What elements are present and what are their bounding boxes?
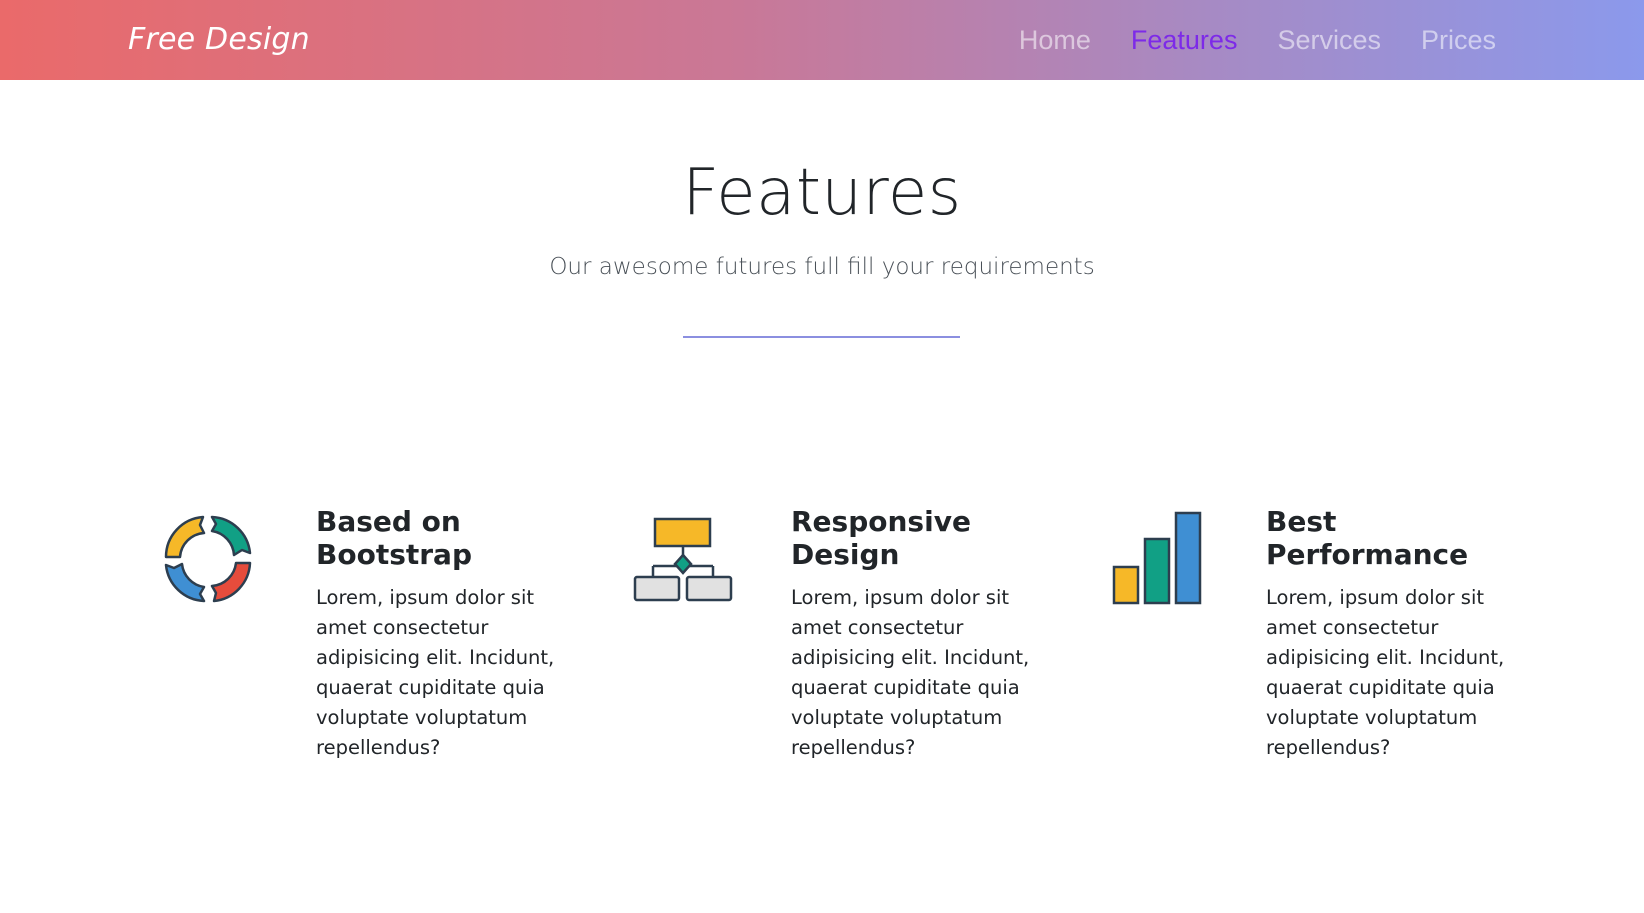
section-title: Features [682,156,962,230]
feature-description: Lorem, ipsum dolor sit amet consectetur … [316,586,555,759]
nav-link-prices[interactable]: Prices [1421,20,1496,60]
nav-menu: Home Features Services Prices [1019,20,1496,60]
feature-text: Best Performance Lorem, ipsum dolor sit … [1266,505,1506,763]
feature-text: Based on Bootstrap Lorem, ipsum dolor si… [316,505,556,763]
flowchart-icon [633,509,733,609]
feature-text: Responsive Design Lorem, ipsum dolor sit… [791,505,1031,763]
feature-description: Lorem, ipsum dolor sit amet consectetur … [791,586,1030,759]
feature-card-responsive: Responsive Design Lorem, ipsum dolor sit… [633,505,1093,775]
feature-title: Based on Bootstrap [316,505,472,571]
feature-description: Lorem, ipsum dolor sit amet consectetur … [1266,586,1505,759]
cycle-arrows-icon [158,509,258,609]
brand-logo[interactable]: Free Design [128,20,310,60]
nav-link-features[interactable]: Features [1131,20,1238,60]
nav-link-home[interactable]: Home [1019,20,1091,60]
nav-link-services[interactable]: Services [1277,20,1381,60]
feature-title: Best Performance [1266,505,1469,571]
feature-title: Responsive Design [791,505,971,571]
bar-chart-icon [1108,509,1208,609]
navbar: Free Design Home Features Services Price… [0,0,1644,80]
feature-card-bootstrap: Based on Bootstrap Lorem, ipsum dolor si… [158,505,618,775]
section-subtitle: Our awesome futures full fill your requi… [549,254,1095,280]
section-divider [683,336,960,338]
feature-card-performance: Best Performance Lorem, ipsum dolor sit … [1108,505,1568,775]
